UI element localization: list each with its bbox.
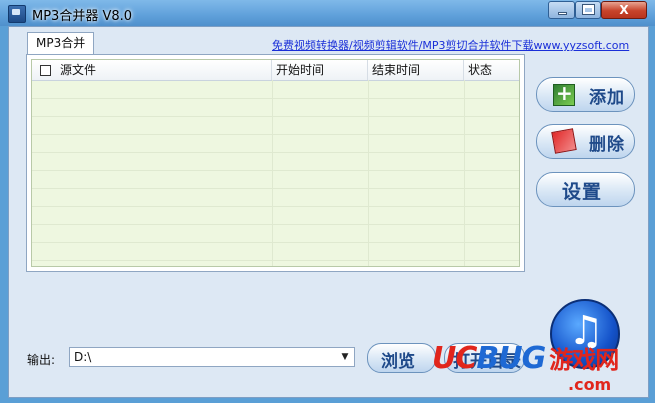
row-divider	[32, 260, 519, 261]
row-divider	[32, 242, 519, 243]
output-path-combobox[interactable]: D:\ ▼	[69, 347, 355, 367]
row-divider	[32, 170, 519, 171]
title-bar[interactable]: MP3合并器 V8.0 X	[0, 0, 655, 26]
column-divider	[464, 80, 465, 266]
browse-button-label: 浏览	[381, 352, 415, 372]
column-header-status[interactable]: 状态	[464, 60, 519, 80]
add-button[interactable]: 添加	[536, 77, 635, 112]
row-divider	[32, 188, 519, 189]
column-header-end-time[interactable]: 结束时间	[368, 60, 464, 80]
delete-button-label: 删除	[589, 135, 625, 155]
column-header-source[interactable]: 源文件	[32, 60, 272, 80]
ucbug-watermark: UCBUG 游戏网	[432, 340, 619, 376]
watermark-bug: BUG	[476, 341, 546, 376]
tab-mp3-merge[interactable]: MP3合并	[27, 32, 95, 55]
list-header: 源文件 开始时间 结束时间 状态	[32, 60, 519, 81]
file-list[interactable]: 源文件 开始时间 结束时间 状态	[31, 59, 520, 267]
delete-button[interactable]: 删除	[536, 124, 635, 159]
app-icon	[8, 5, 26, 23]
browse-button[interactable]: 浏览	[367, 343, 436, 373]
website-link[interactable]: 免费视频转换器/视频剪辑软件/MP3剪切合并软件下载www.yyzsoft.co…	[272, 37, 629, 53]
column-divider	[272, 80, 273, 266]
maximize-icon	[582, 4, 595, 15]
minimize-button[interactable]	[548, 1, 575, 19]
column-divider	[368, 80, 369, 266]
row-divider	[32, 152, 519, 153]
add-file-icon	[553, 81, 575, 106]
delete-file-icon	[551, 128, 577, 154]
settings-button-label: 设置	[562, 181, 603, 203]
maximize-button[interactable]	[575, 1, 601, 19]
settings-button[interactable]: 设置	[536, 172, 635, 207]
tab-panel: 源文件 开始时间 结束时间 状态	[26, 54, 525, 272]
column-header-start-time[interactable]: 开始时间	[272, 60, 368, 80]
minimize-icon	[558, 12, 567, 15]
row-divider	[32, 134, 519, 135]
add-button-label: 添加	[589, 88, 625, 108]
row-divider	[32, 116, 519, 117]
row-divider	[32, 98, 519, 99]
window-title: MP3合并器 V8.0	[32, 9, 133, 24]
watermark-domain: .com	[568, 375, 612, 394]
dropdown-arrow-icon[interactable]: ▼	[338, 351, 352, 363]
watermark-cn: 游戏网	[549, 346, 619, 374]
row-divider	[32, 206, 519, 207]
watermark-uc: UC	[432, 341, 477, 376]
row-divider	[32, 224, 519, 225]
output-path-value: D:\	[74, 350, 92, 364]
close-button[interactable]: X	[601, 1, 647, 19]
output-label: 输出:	[27, 353, 56, 367]
close-icon: X	[619, 3, 629, 17]
